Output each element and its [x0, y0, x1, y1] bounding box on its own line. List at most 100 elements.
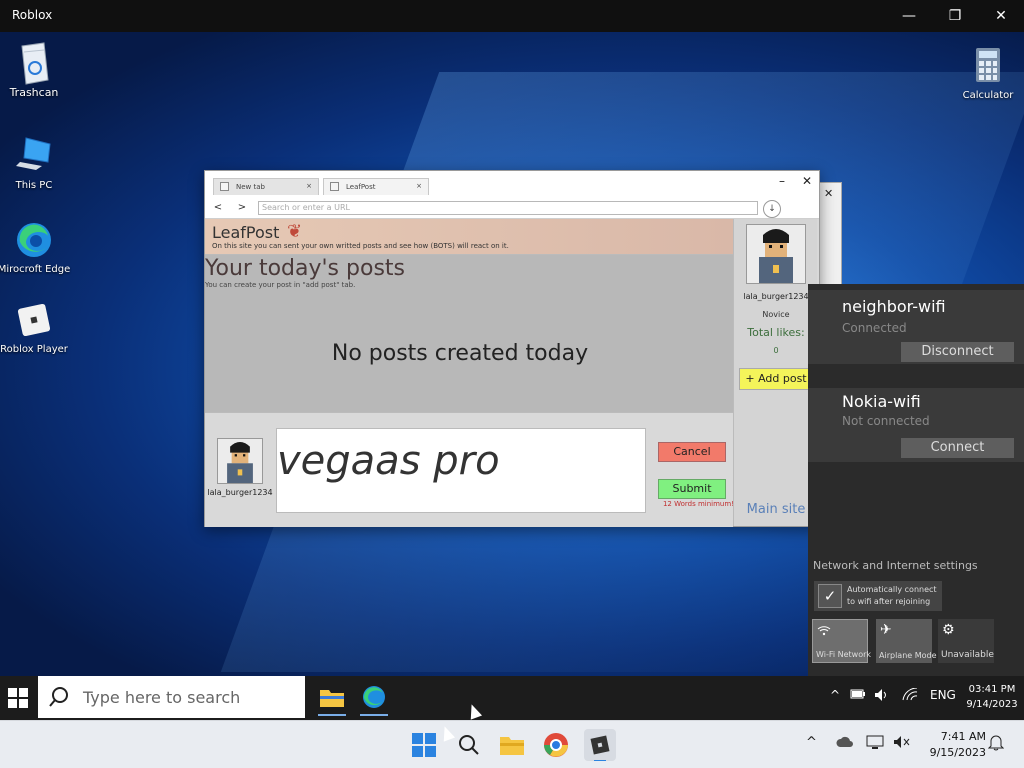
recycle-bin-icon	[14, 40, 54, 85]
page-subtitle: You can create your post in "add post" t…	[205, 281, 356, 289]
site-logo[interactable]: LeafPost	[212, 223, 279, 242]
search-placeholder: Type here to search	[83, 688, 241, 707]
roblox-taskbar-icon[interactable]	[584, 729, 616, 762]
window-maximize-button[interactable]: ❐	[932, 0, 978, 32]
volume-muted-icon[interactable]	[893, 735, 911, 753]
browser-minimize-button[interactable]: –	[779, 174, 785, 188]
start-button[interactable]	[8, 688, 28, 708]
network-status: Not connected	[842, 414, 930, 428]
show-hidden-icons-button[interactable]: ^	[806, 735, 817, 750]
desktop-icon-trashcan[interactable]: Trashcan	[0, 40, 72, 99]
chrome-icon[interactable]	[540, 729, 572, 761]
window-minimize-button[interactable]: —	[886, 0, 932, 32]
desktop-icon-roblox-player[interactable]: Roblox Player	[0, 300, 72, 355]
browser-window: New tab × LeafPost × – ✕ < > Search or e…	[204, 170, 820, 527]
page-title: Your today's posts	[205, 256, 405, 281]
profile-username: lala_burger1234	[743, 292, 809, 301]
total-likes-label: Total likes:	[747, 326, 805, 339]
network-status: Connected	[842, 321, 907, 335]
monitor-icon[interactable]	[866, 735, 884, 753]
composer-username: lala_burger1234	[207, 488, 273, 497]
battery-icon[interactable]	[850, 688, 866, 703]
show-hidden-icons-button[interactable]: ^	[830, 688, 840, 702]
download-button[interactable]: ↓	[763, 200, 781, 218]
file-explorer-taskbar-button[interactable]	[314, 680, 350, 716]
network-item-nokia-wifi[interactable]: Nokia-wifi Not connected Connect	[808, 388, 1024, 462]
clock-date: 9/15/2023	[929, 746, 986, 759]
word-minimum-hint: 12 Words minimum!	[662, 500, 734, 508]
window-close-button[interactable]: ✕	[978, 0, 1024, 32]
network-tray-icon[interactable]	[902, 687, 918, 705]
language-indicator[interactable]: ENG	[930, 688, 956, 702]
checkmark-icon: ✓	[818, 584, 842, 608]
auto-connect-checkbox[interactable]: ✓ Automatically connect to wifi after re…	[814, 581, 942, 611]
tab-close-button[interactable]: ×	[306, 182, 312, 190]
wifi-icon	[817, 623, 831, 641]
cancel-button[interactable]: Cancel	[658, 442, 726, 462]
profile-rank: Novice	[762, 310, 790, 319]
clock-time: 03:41 PM	[968, 684, 1016, 695]
tab-new-tab[interactable]: New tab ×	[213, 178, 319, 195]
quick-action-label: Airplane Mode	[879, 651, 937, 660]
search-icon[interactable]	[453, 729, 485, 761]
leafpost-page: LeafPost ❦ On this site you can sent you…	[205, 219, 733, 412]
disconnect-button[interactable]: Disconnect	[901, 342, 1014, 362]
network-item-neighbor-wifi[interactable]: neighbor-wifi Connected Disconnect	[808, 290, 1024, 364]
auto-connect-label: Automatically connect to wifi after rejo…	[847, 585, 937, 606]
quick-action-label: Unavailable	[941, 650, 994, 660]
desktop-icon-calculator[interactable]: Calculator	[950, 46, 1024, 101]
windows-taskbar: ^ 7:41 AM 9/15/2023	[0, 720, 1024, 768]
roblox-taskbar: Type here to search ^ ENG 03:41 PM 9/14/…	[0, 676, 1024, 720]
edge-taskbar-button[interactable]	[356, 680, 392, 716]
submit-button[interactable]: Submit	[658, 479, 726, 499]
forward-button[interactable]: >	[234, 200, 250, 216]
network-settings-link[interactable]: Network and Internet settings	[813, 559, 978, 572]
empty-state-message: No posts created today	[331, 341, 589, 366]
quick-action-label: Wi-Fi Network	[816, 650, 872, 659]
clock-time: 7:41 AM	[940, 730, 986, 743]
tab-label: LeafPost	[346, 183, 376, 191]
desktop-icon-label: Roblox Player	[0, 344, 68, 355]
background-window-close-button[interactable]: ✕	[824, 187, 833, 200]
post-text-input[interactable]: vegaas pro	[276, 428, 646, 513]
desktop-icon-edge[interactable]: Mirocroft Edge	[0, 220, 72, 275]
page-icon	[220, 182, 229, 191]
main-site-link[interactable]: Main site	[734, 502, 818, 517]
search-icon	[48, 686, 70, 713]
taskbar-search-box[interactable]: Type here to search	[38, 676, 305, 718]
network-ssid: Nokia-wifi	[842, 392, 921, 411]
browser-close-button[interactable]: ✕	[802, 174, 812, 188]
computer-icon	[14, 136, 54, 176]
quick-action-wifi[interactable]: Wi-Fi Network	[812, 619, 872, 663]
edge-icon	[14, 220, 54, 260]
avatar	[217, 438, 263, 484]
tab-bar: New tab × LeafPost × – ✕	[205, 171, 819, 197]
volume-icon[interactable]	[874, 688, 890, 705]
quick-action-airplane[interactable]: ✈ Airplane Mode	[876, 619, 937, 663]
tab-close-button[interactable]: ×	[416, 182, 422, 190]
avatar[interactable]	[746, 224, 806, 284]
page-icon	[330, 182, 339, 191]
start-button[interactable]	[408, 729, 440, 761]
window-title: Roblox	[12, 8, 53, 22]
back-button[interactable]: <	[210, 200, 226, 216]
desktop-icon-label: This PC	[15, 180, 53, 191]
quick-action-unavailable[interactable]: ⚙ Unavailable	[938, 619, 994, 663]
connect-button[interactable]: Connect	[901, 438, 1014, 458]
desktop-icon-label: Mirocroft Edge	[0, 264, 71, 275]
cloud-icon[interactable]	[836, 735, 854, 753]
url-input[interactable]: Search or enter a URL	[258, 201, 758, 215]
tab-leafpost[interactable]: LeafPost ×	[323, 178, 429, 195]
file-explorer-icon[interactable]	[496, 729, 528, 761]
system-clock[interactable]: 7:41 AM 9/15/2023	[922, 729, 986, 761]
taskbar-clock[interactable]: 03:41 PM 9/14/2023	[963, 682, 1021, 712]
nav-bar: < > Search or enter a URL ↓	[205, 197, 819, 219]
calculator-icon	[968, 46, 1008, 86]
roblox-icon	[14, 300, 54, 340]
desktop-icon-this-pc[interactable]: This PC	[0, 136, 72, 191]
wifi-panel: neighbor-wifi Connected Disconnect Nokia…	[808, 284, 1024, 676]
network-ssid: neighbor-wifi	[842, 297, 946, 316]
add-post-button[interactable]: + Add post	[739, 368, 813, 390]
leaf-icon: ❦	[287, 221, 303, 242]
notification-bell-icon[interactable]	[987, 735, 1005, 755]
